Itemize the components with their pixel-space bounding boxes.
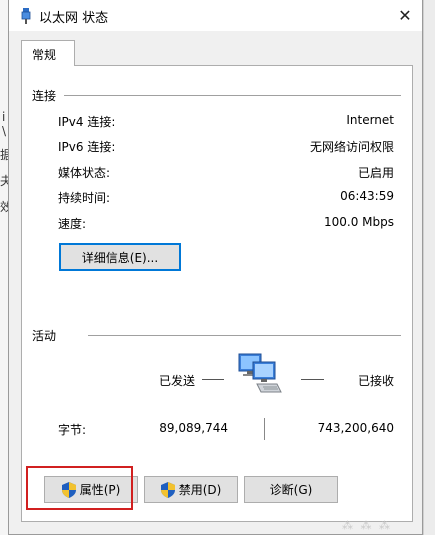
activity-section-title: 活动 — [32, 327, 63, 344]
bytes-label: 字节: — [58, 423, 87, 437]
received-line — [301, 379, 324, 380]
sent-label: 已发送 — [159, 374, 196, 388]
duration-value: 06:43:59 — [340, 189, 394, 203]
speed-label: 速度: — [58, 217, 87, 231]
ethernet-status-dialog: 以太网 状态 ✕ 常规 连接 IPv4 连接: Internet IPv6 连接… — [8, 0, 423, 535]
diagnose-button[interactable]: 诊断(G) — [244, 476, 338, 503]
uac-shield-icon — [160, 481, 175, 498]
details-button[interactable]: 详细信息(E)... — [59, 243, 181, 271]
network-adapter-icon — [21, 8, 31, 24]
connection-section-title: 连接 — [32, 87, 63, 104]
duration-label: 持续时间: — [58, 191, 111, 205]
close-icon: ✕ — [398, 6, 412, 25]
activity-divider — [88, 335, 401, 336]
background-text-fragment: \ — [2, 124, 7, 138]
connection-divider — [64, 95, 401, 96]
ipv4-label: IPv4 连接: — [58, 115, 116, 129]
sent-line — [202, 379, 224, 380]
tab-label: 常规 — [32, 48, 57, 62]
speed-value: 100.0 Mbps — [323, 215, 394, 229]
ipv6-value: 无网络访问权限 — [309, 140, 394, 154]
disable-button-label: 禁用(D) — [178, 483, 222, 497]
ipv6-label: IPv6 连接: — [58, 140, 116, 154]
title-bar[interactable]: 以太网 状态 ✕ — [9, 0, 422, 31]
highlight-box — [26, 466, 133, 510]
bytes-received-value: 743,200,640 — [317, 421, 394, 435]
bytes-separator — [264, 418, 265, 440]
bytes-sent-value: 89,089,744 — [159, 421, 228, 435]
close-button[interactable]: ✕ — [388, 0, 422, 31]
media-state-value: 已启用 — [357, 166, 394, 180]
background-window-right — [423, 0, 435, 535]
watermark: ⁂ ⁂ ⁂ — [342, 519, 392, 532]
disable-button[interactable]: 禁用(D) — [144, 476, 238, 503]
media-state-label: 媒体状态: — [58, 166, 111, 180]
received-label: 已接收 — [358, 374, 395, 388]
tab-general[interactable]: 常规 — [21, 40, 75, 66]
window-title: 以太网 状态 — [39, 11, 109, 26]
ipv4-value: Internet — [346, 113, 394, 127]
background-text-fragment: i — [2, 110, 6, 124]
general-panel: 连接 IPv4 连接: Internet IPv6 连接: 无网络访问权限 媒体… — [21, 65, 413, 522]
network-computers-icon — [238, 353, 282, 393]
